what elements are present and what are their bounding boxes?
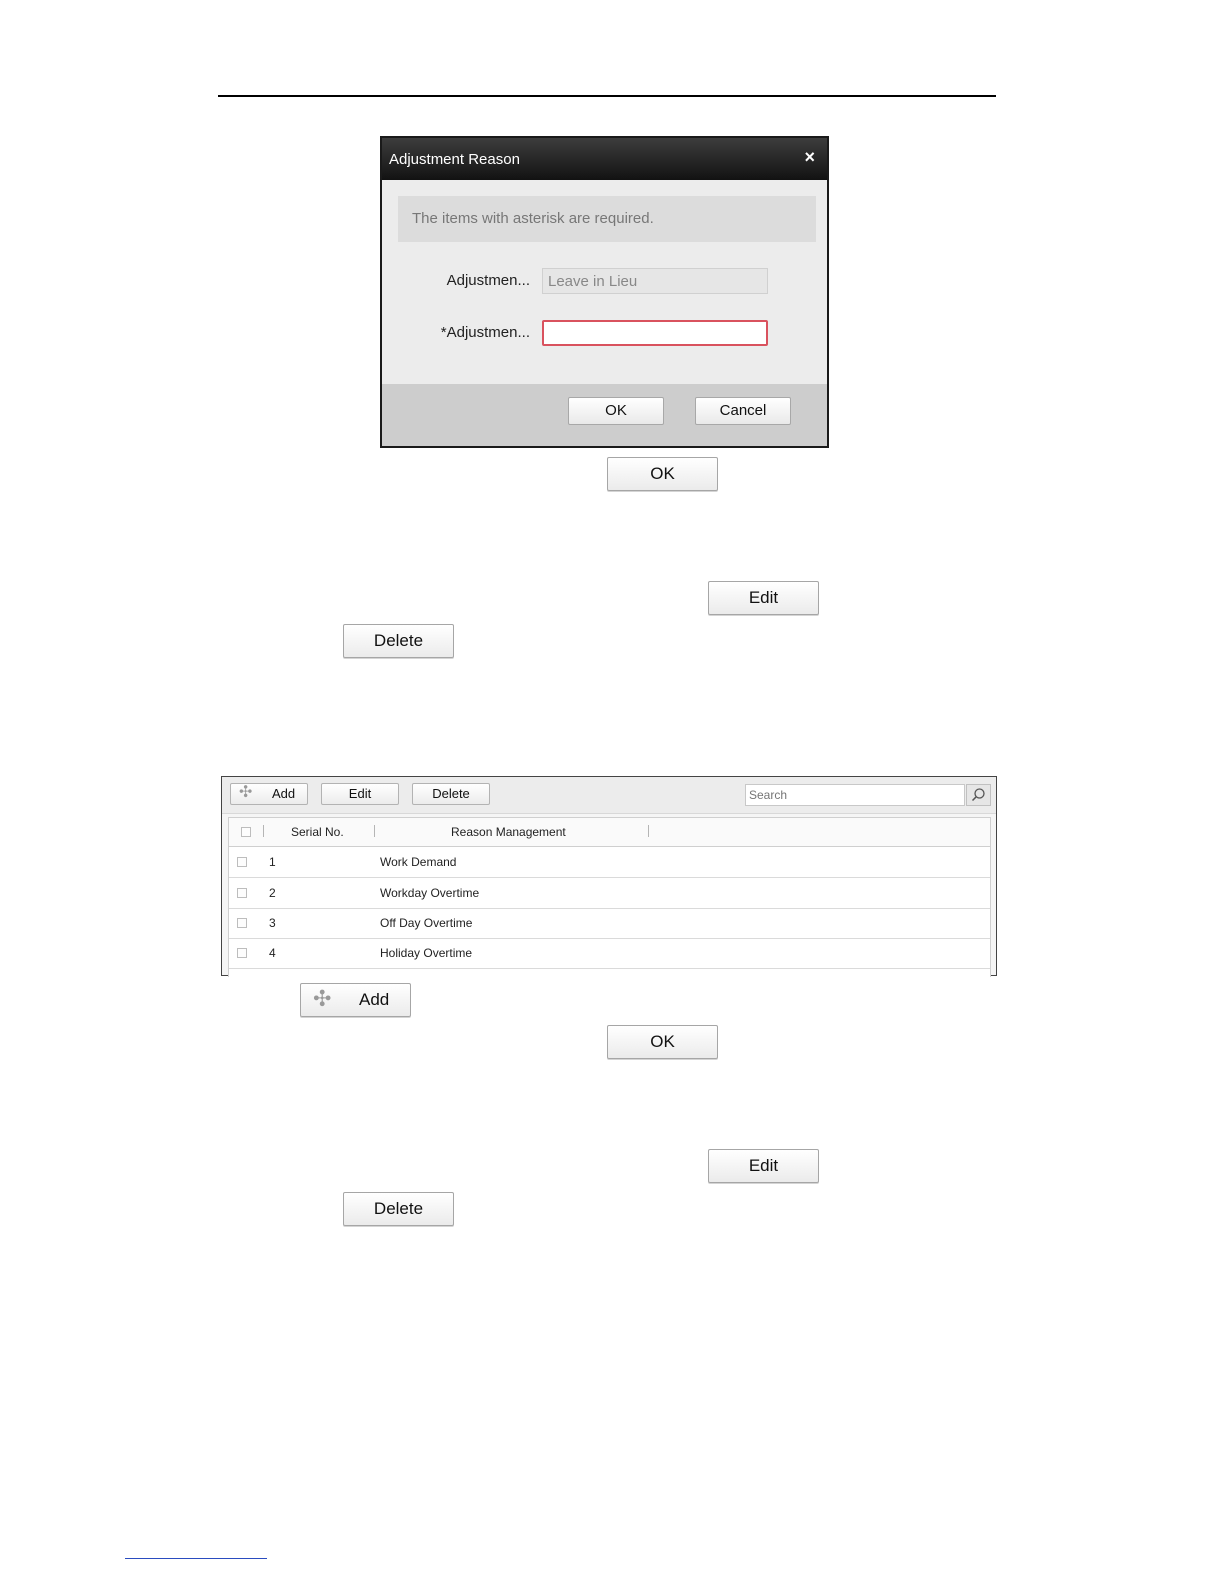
dialog-footer: OK Cancel (382, 384, 827, 446)
edit-button[interactable]: Edit (708, 581, 819, 615)
column-separator (990, 825, 991, 837)
table-row[interactable]: 1 Work Demand (229, 847, 990, 878)
row-serial: 1 (269, 855, 276, 869)
dialog-title: Adjustment Reason (389, 151, 520, 168)
ok-button[interactable]: OK (607, 1025, 718, 1059)
toolbar-add-button[interactable]: ✣ Add (230, 783, 308, 805)
delete-button[interactable]: Delete (343, 624, 454, 658)
edit-button[interactable]: Edit (708, 1149, 819, 1183)
search-icon (971, 788, 985, 802)
footnote-rule (125, 1558, 267, 1559)
row-reason: Work Demand (380, 855, 457, 869)
select-all-checkbox[interactable] (241, 827, 251, 837)
search-input[interactable] (745, 784, 965, 806)
row-serial: 3 (269, 916, 276, 930)
header-reason-management: Reason Management (451, 825, 566, 839)
row-checkbox[interactable] (237, 948, 247, 958)
table-row[interactable]: 3 Off Day Overtime (229, 908, 990, 939)
add-button-label: Add (359, 990, 390, 1009)
adjustment-reason-dialog: Adjustment Reason × The items with aster… (380, 136, 829, 448)
close-icon[interactable]: × (804, 147, 815, 168)
row-reason: Off Day Overtime (380, 916, 473, 930)
toolbar-edit-button[interactable]: Edit (321, 783, 399, 805)
dialog-titlebar: Adjustment Reason × (382, 138, 827, 180)
row-reason: Holiday Overtime (380, 946, 473, 960)
toolbar-delete-button[interactable]: Delete (412, 783, 490, 805)
row-checkbox[interactable] (237, 857, 247, 867)
reason-table: Serial No. Reason Management 1 Work Dema… (228, 817, 991, 977)
header-rule (218, 95, 996, 97)
adjustment-reason-label: *Adjustmen... (440, 324, 530, 341)
row-checkbox[interactable] (237, 888, 247, 898)
add-icon: ✣ (313, 986, 332, 1011)
row-serial: 2 (269, 886, 276, 900)
adjustment-type-label: Adjustmen... (446, 272, 530, 289)
add-icon: ✣ (239, 784, 253, 801)
row-checkbox[interactable] (237, 918, 247, 928)
column-separator (374, 825, 375, 837)
column-separator (648, 825, 649, 837)
dialog-body: The items with asterisk are required. Ad… (382, 180, 827, 384)
toolbar: ✣ Add Edit Delete (222, 777, 996, 814)
column-separator (263, 825, 264, 837)
ok-button[interactable]: OK (607, 457, 718, 491)
adjustment-type-field (542, 268, 768, 294)
table-row[interactable]: 4 Holiday Overtime (229, 938, 990, 969)
add-button[interactable]: ✣ Add (300, 983, 411, 1017)
table-header: Serial No. Reason Management (229, 818, 990, 847)
reason-management-panel: ✣ Add Edit Delete Serial No. Reason Mana… (221, 776, 997, 977)
table-row[interactable]: 2 Workday Overtime (229, 878, 990, 909)
header-serial-no: Serial No. (291, 825, 344, 839)
dialog-ok-button[interactable]: OK (568, 397, 664, 425)
row-serial: 4 (269, 946, 276, 960)
delete-button[interactable]: Delete (343, 1192, 454, 1226)
row-reason: Workday Overtime (380, 886, 480, 900)
required-notice: The items with asterisk are required. (398, 196, 816, 242)
adjustment-reason-field[interactable] (542, 320, 768, 346)
search-button[interactable] (966, 784, 991, 806)
toolbar-add-label: Add (272, 786, 296, 801)
dialog-cancel-button[interactable]: Cancel (695, 397, 791, 425)
